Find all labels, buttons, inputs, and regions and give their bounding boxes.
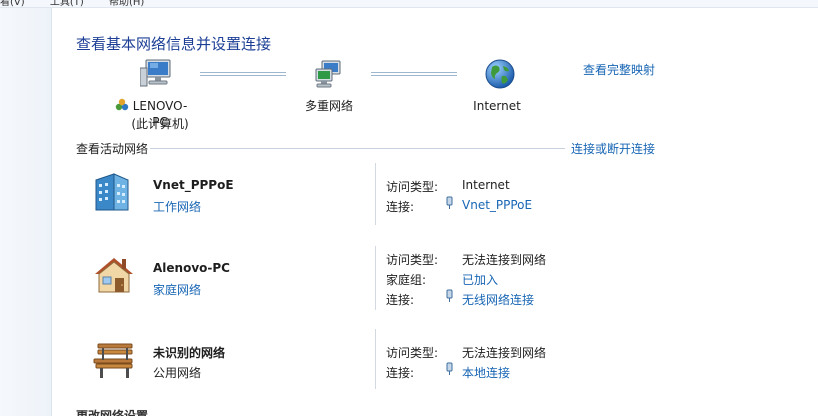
public-network-bench-icon — [92, 340, 136, 383]
connection-key-3: 连接: — [386, 366, 415, 380]
network-type-link-2[interactable]: 家庭网络 — [153, 281, 201, 298]
connect-disconnect-link[interactable]: 连接或断开连接 — [571, 140, 655, 157]
access-type-key-2: 访问类型: — [386, 253, 439, 267]
multiple-networks-icon[interactable] — [312, 58, 346, 93]
access-type-value-1: Internet — [462, 178, 510, 192]
section-divider — [150, 148, 565, 149]
connection-key-1: 连接: — [386, 200, 415, 214]
work-network-building-icon — [92, 170, 134, 215]
computer-icon[interactable] — [139, 58, 174, 93]
access-type-value-2: 无法连接到网络 — [462, 253, 547, 267]
dialup-connection-icon — [444, 196, 456, 213]
wireless-connection-icon — [444, 289, 456, 306]
connection-link-2[interactable]: 无线网络连接 — [462, 291, 534, 308]
page-title: 查看基本网络信息并设置连接 — [76, 35, 272, 53]
connection-key-2: 连接: — [386, 293, 415, 307]
network-separator-3 — [375, 329, 376, 389]
menu-help[interactable]: 帮助(H) — [109, 0, 144, 7]
network-name-2: Alenovo-PC — [153, 261, 230, 275]
network-type-3: 公用网络 — [153, 366, 202, 380]
access-type-key-3: 访问类型: — [386, 346, 439, 360]
menu-view[interactable]: 看(V) — [0, 0, 25, 7]
network-separator-2 — [375, 246, 376, 310]
network-name-1: Vnet_PPPoE — [153, 178, 234, 192]
local-connection-icon — [444, 362, 456, 379]
computer-sub-label: (此计算机) — [131, 117, 189, 131]
view-full-map-link[interactable]: 查看完整映射 — [583, 61, 655, 78]
active-networks-heading: 查看活动网络 — [76, 142, 149, 156]
access-type-value-3: 无法连接到网络 — [462, 346, 547, 360]
menu-tools[interactable]: 工具(T) — [50, 0, 84, 7]
network-type-link-1[interactable]: 工作网络 — [153, 198, 201, 215]
homegroup-icon — [115, 98, 129, 115]
connection-link-1[interactable]: Vnet_PPPoE — [462, 198, 532, 212]
homegroup-joined-link[interactable]: 已加入 — [462, 271, 498, 288]
map-connector-2 — [371, 72, 457, 76]
navigation-pane — [0, 8, 52, 416]
homegroup-key: 家庭组: — [386, 273, 427, 287]
internet-globe-icon[interactable] — [484, 58, 516, 93]
home-network-house-icon — [92, 252, 136, 299]
multiple-networks-label: 多重网络 — [304, 99, 353, 113]
menu-bar: 看(V) 工具(T) 帮助(H) — [0, 0, 818, 8]
internet-label: Internet — [473, 99, 521, 113]
access-type-key-1: 访问类型: — [386, 180, 439, 194]
network-separator-1 — [375, 163, 376, 225]
connection-link-3[interactable]: 本地连接 — [462, 364, 510, 381]
map-connector-1 — [200, 72, 286, 76]
network-name-3: 未识别的网络 — [153, 346, 226, 360]
change-network-settings-heading: 更改网络设置 — [76, 409, 149, 416]
